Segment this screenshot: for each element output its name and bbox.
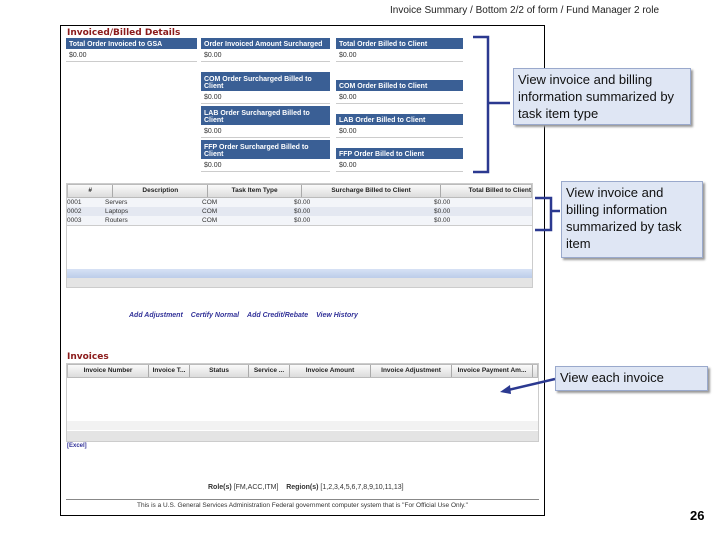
callout-each-invoice: View each invoice [555, 366, 708, 391]
callout-billing-by-type: View invoice and billing information sum… [513, 68, 691, 125]
callout-billing-by-item: View invoice and billing information sum… [561, 181, 703, 258]
page-number: 26 [690, 508, 705, 523]
bracket-icon [535, 196, 553, 232]
bracket-icon [473, 35, 490, 174]
arrow-icon [507, 377, 556, 392]
arrowhead-icon [500, 385, 511, 394]
